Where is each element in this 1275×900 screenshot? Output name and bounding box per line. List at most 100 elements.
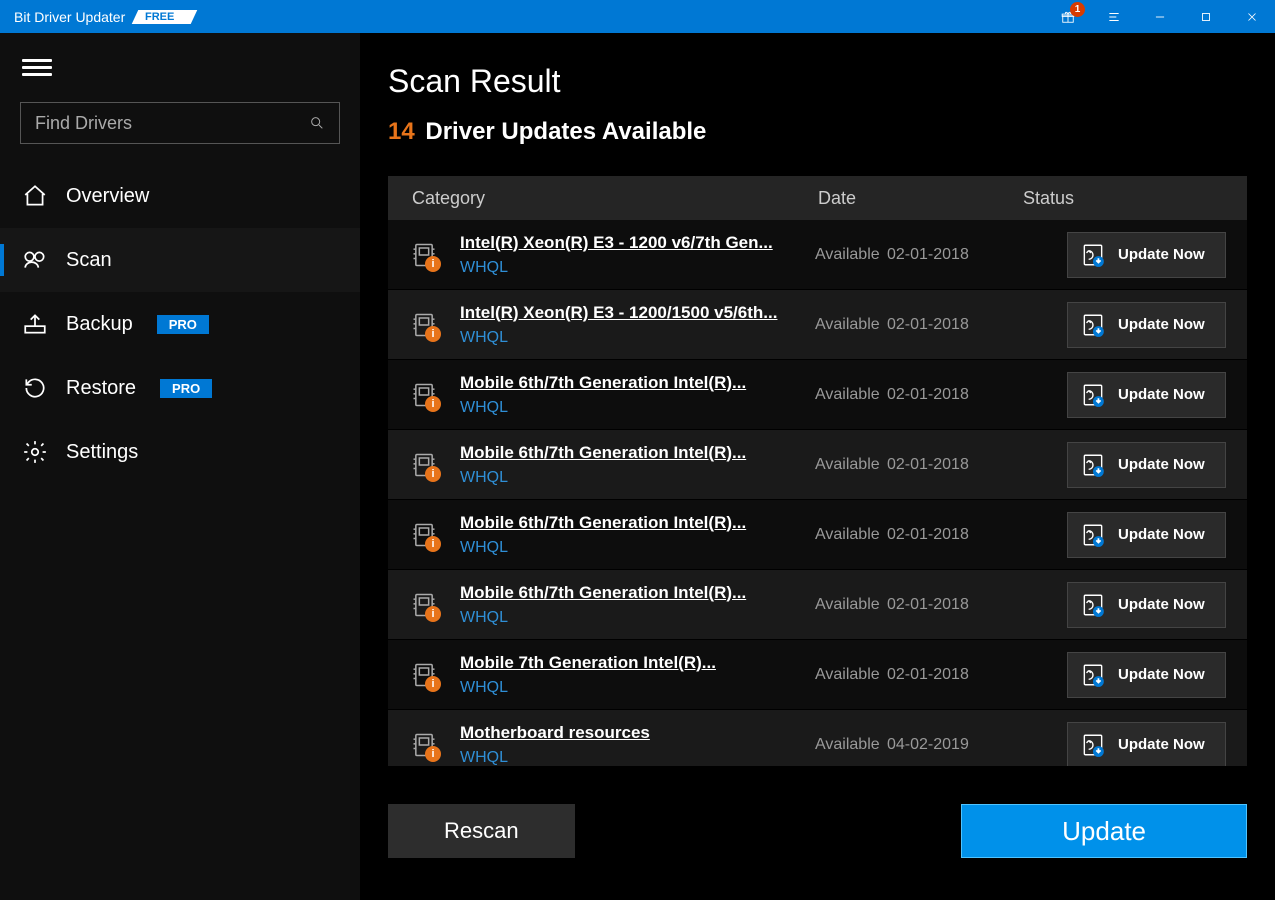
- sidebar-item-label: Backup: [66, 313, 133, 336]
- info-dot-icon: i: [425, 466, 441, 482]
- update-now-button[interactable]: Update Now: [1067, 652, 1226, 698]
- info-dot-icon: i: [425, 746, 441, 762]
- driver-date: 02-01-2018: [887, 526, 1067, 544]
- driver-name[interactable]: Mobile 6th/7th Generation Intel(R)...: [460, 583, 815, 603]
- free-badge: FREE: [132, 10, 198, 24]
- driver-date: 02-01-2018: [887, 246, 1067, 264]
- available-label: Available: [815, 596, 887, 614]
- driver-date: 02-01-2018: [887, 456, 1067, 474]
- update-now-button[interactable]: Update Now: [1067, 442, 1226, 488]
- search-icon: [309, 115, 325, 131]
- whql-label: WHQL: [460, 749, 815, 767]
- rescan-button[interactable]: Rescan: [388, 804, 575, 858]
- page-title: Scan Result: [388, 63, 1247, 100]
- table-row: iIntel(R) Xeon(R) E3 - 1200/1500 v5/6th.…: [388, 290, 1247, 360]
- hamburger-icon[interactable]: [22, 55, 52, 80]
- search-placeholder: Find Drivers: [35, 113, 309, 134]
- home-icon: [22, 183, 48, 209]
- gift-badge: 1: [1070, 2, 1085, 17]
- search-input[interactable]: Find Drivers: [20, 102, 340, 144]
- update-now-button[interactable]: Update Now: [1067, 722, 1226, 767]
- sidebar-item-label: Overview: [66, 185, 149, 208]
- pro-badge: PRO: [160, 379, 212, 398]
- whql-label: WHQL: [460, 679, 815, 697]
- minimize-button[interactable]: [1137, 0, 1183, 33]
- col-category: Category: [388, 188, 818, 209]
- device-icon: i: [388, 311, 460, 339]
- update-now-button[interactable]: Update Now: [1067, 232, 1226, 278]
- driver-name[interactable]: Motherboard resources: [460, 723, 815, 743]
- whql-label: WHQL: [460, 469, 815, 487]
- titlebar: Bit Driver Updater FREE 1: [0, 0, 1275, 33]
- available-label: Available: [815, 316, 887, 334]
- update-now-button[interactable]: Update Now: [1067, 582, 1226, 628]
- gear-icon: [22, 439, 48, 465]
- device-icon: i: [388, 591, 460, 619]
- available-label: Available: [815, 246, 887, 264]
- available-label: Available: [815, 666, 887, 684]
- driver-date: 02-01-2018: [887, 596, 1067, 614]
- updates-text: Driver Updates Available: [425, 118, 706, 145]
- driver-name[interactable]: Mobile 6th/7th Generation Intel(R)...: [460, 443, 815, 463]
- whql-label: WHQL: [460, 329, 815, 347]
- available-label: Available: [815, 736, 887, 754]
- info-dot-icon: i: [425, 256, 441, 272]
- whql-label: WHQL: [460, 539, 815, 557]
- available-label: Available: [815, 456, 887, 474]
- driver-date: 02-01-2018: [887, 386, 1067, 404]
- restore-icon: [22, 375, 48, 401]
- update-now-button[interactable]: Update Now: [1067, 512, 1226, 558]
- device-icon: i: [388, 451, 460, 479]
- table-row: i Motherboard resources WHQLAvailable04-02…: [388, 710, 1247, 766]
- table-row: i Mobile 6th/7th Generation Intel(R)... WH…: [388, 430, 1247, 500]
- table-row: i Mobile 6th/7th Generation Intel(R)... WH…: [388, 500, 1247, 570]
- info-dot-icon: i: [425, 606, 441, 622]
- device-icon: i: [388, 731, 460, 759]
- info-dot-icon: i: [425, 536, 441, 552]
- table-row: iMobile 6th/7th Generation Intel(R)...WH…: [388, 360, 1247, 430]
- table-header: Category Date Status: [388, 176, 1247, 220]
- available-label: Available: [815, 526, 887, 544]
- menu-icon[interactable]: [1091, 0, 1137, 33]
- updates-count: 14: [388, 118, 415, 145]
- info-dot-icon: i: [425, 676, 441, 692]
- update-button[interactable]: Update: [961, 804, 1247, 858]
- table-row: i Mobile 7th Generation Intel(R)... WHQLAv…: [388, 640, 1247, 710]
- driver-date: 02-01-2018: [887, 316, 1067, 334]
- col-date: Date: [818, 188, 1023, 209]
- main-content: Scan Result 14 Driver Updates Available …: [360, 33, 1275, 900]
- sidebar-item-overview[interactable]: Overview: [0, 164, 360, 228]
- table-row: i Intel(R) Xeon(R) E3 - 1200 v6/7th Gen..…: [388, 220, 1247, 290]
- sidebar-item-backup[interactable]: Backup PRO: [0, 292, 360, 356]
- update-now-button[interactable]: Update Now: [1067, 302, 1226, 348]
- driver-date: 02-01-2018: [887, 666, 1067, 684]
- update-now-button[interactable]: Update Now: [1067, 372, 1226, 418]
- driver-date: 04-02-2019: [887, 736, 1067, 754]
- info-dot-icon: i: [425, 396, 441, 412]
- close-button[interactable]: [1229, 0, 1275, 33]
- driver-name[interactable]: Intel(R) Xeon(R) E3 - 1200/1500 v5/6th..…: [460, 303, 815, 323]
- scan-icon: [22, 247, 48, 273]
- sidebar-item-label: Scan: [66, 249, 112, 272]
- gift-icon[interactable]: 1: [1045, 0, 1091, 33]
- device-icon: i: [388, 381, 460, 409]
- device-icon: i: [388, 521, 460, 549]
- available-label: Available: [815, 386, 887, 404]
- driver-name[interactable]: Intel(R) Xeon(R) E3 - 1200 v6/7th Gen...: [460, 233, 815, 253]
- device-icon: i: [388, 241, 460, 269]
- table-body[interactable]: i Intel(R) Xeon(R) E3 - 1200 v6/7th Gen..…: [388, 220, 1247, 766]
- table-row: iMobile 6th/7th Generation Intel(R)...WH…: [388, 570, 1247, 640]
- backup-icon: [22, 311, 48, 337]
- driver-name[interactable]: Mobile 6th/7th Generation Intel(R)...: [460, 513, 815, 533]
- pro-badge: PRO: [157, 315, 209, 334]
- sidebar-item-settings[interactable]: Settings: [0, 420, 360, 484]
- app-title: Bit Driver Updater: [0, 9, 125, 25]
- driver-name[interactable]: Mobile 7th Generation Intel(R)...: [460, 653, 815, 673]
- maximize-button[interactable]: [1183, 0, 1229, 33]
- sidebar: Find Drivers Overview Scan Backup PRO Re…: [0, 33, 360, 900]
- sidebar-item-scan[interactable]: Scan: [0, 228, 360, 292]
- sidebar-item-restore[interactable]: Restore PRO: [0, 356, 360, 420]
- whql-label: WHQL: [460, 259, 815, 277]
- sidebar-item-label: Settings: [66, 441, 138, 464]
- driver-name[interactable]: Mobile 6th/7th Generation Intel(R)...: [460, 373, 815, 393]
